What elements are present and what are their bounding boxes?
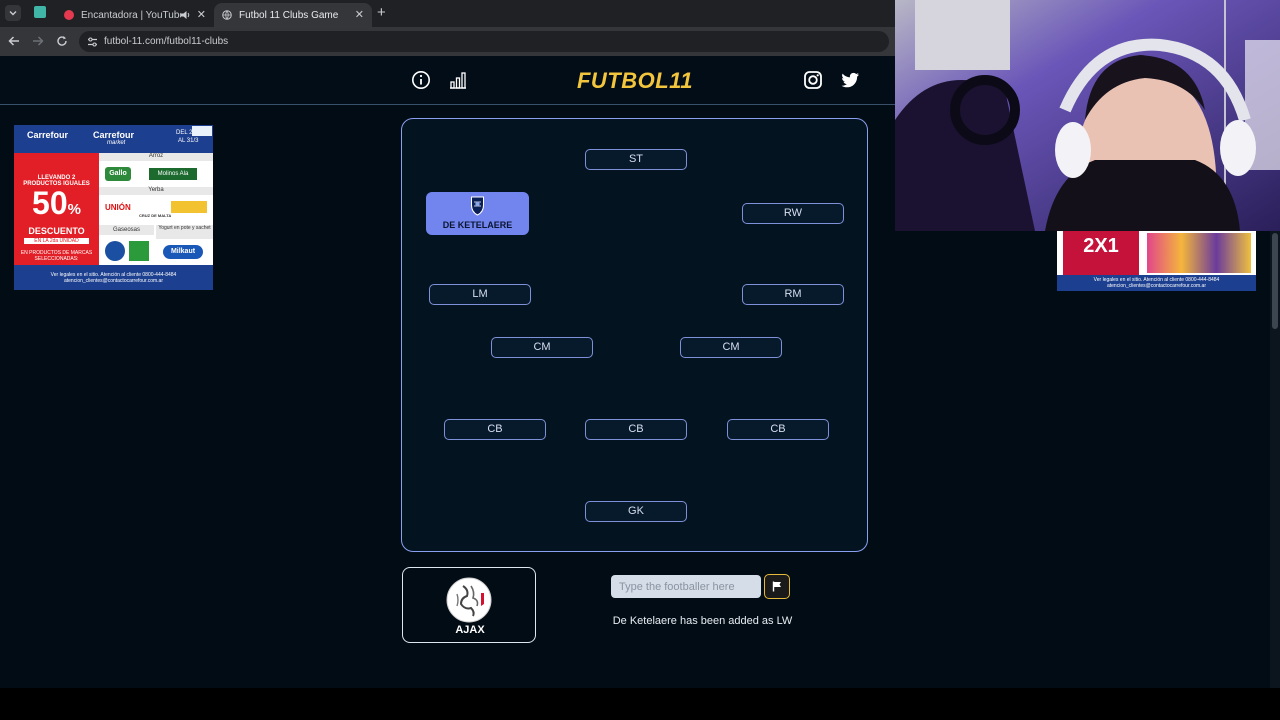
ad-pepsi-logo — [105, 241, 125, 261]
back-arrow-icon[interactable] — [6, 33, 22, 49]
slot-cb-left[interactable]: CB — [444, 419, 546, 440]
slot-rm[interactable]: RM — [742, 284, 844, 305]
ad-dates-a: DEL 2 — [176, 130, 193, 136]
slot-lm[interactable]: LM — [429, 284, 531, 305]
ad-right-legal: Ver legales en el sitio. Atención al cli… — [1057, 275, 1256, 291]
ad-cat-arroz: Arroz — [99, 153, 213, 161]
ad-promo-unit: EN LA 2da UNIDAD — [24, 238, 89, 244]
webcam-overlay — [895, 0, 1280, 231]
ad-right-products — [1147, 233, 1251, 273]
ad-right-promo: 2X1 — [1063, 231, 1139, 275]
slot-rw[interactable]: RW — [742, 203, 844, 224]
ad-cat-yerba: Yerba — [99, 187, 213, 195]
ad-promo-panel: LLEVANDO 2 PRODUCTOS IGUALES 50% DESCUEN… — [14, 153, 99, 265]
info-icon[interactable] — [411, 70, 431, 90]
footballer-search-input[interactable] — [611, 575, 761, 598]
ad-promo-desc: DESCUENTO — [28, 226, 85, 236]
ad-cat-gaseosas: Gaseosas — [99, 225, 154, 235]
ad-brand-molinos: Molinos Ala — [149, 168, 197, 180]
tab-title: Futbol 11 Clubs Game — [239, 9, 339, 21]
tab-futbol11[interactable]: Futbol 11 Clubs Game ✕ — [214, 3, 372, 27]
tab-youtube-music[interactable]: Encantadora | YouTube Mu ✕ — [56, 3, 214, 27]
ad-7up-logo — [129, 241, 149, 261]
pitch — [401, 118, 868, 552]
ad-brand-milkaut: Milkaut — [163, 245, 203, 259]
ad-legal-footer: Ver legales en el sitio. Atención al cli… — [14, 265, 213, 290]
site-header: FUTBOL11 — [0, 56, 895, 105]
url-text: futbol-11.com/futbol11-clubs — [104, 36, 229, 47]
slot-cb-center[interactable]: CB — [585, 419, 687, 440]
globe-icon — [222, 10, 232, 20]
site-info-icon[interactable] — [87, 37, 98, 47]
filled-player-name: DE KETELAERE — [442, 220, 513, 230]
ad-brand-yerba-3 — [171, 201, 207, 213]
club-card: AJAX — [402, 567, 536, 643]
ad-brand-b: Carrefour — [93, 130, 135, 140]
reload-icon[interactable] — [54, 33, 70, 49]
ad-brand-a: Carrefour — [27, 130, 69, 140]
youtube-music-icon — [64, 10, 74, 20]
url-field[interactable]: futbol-11.com/futbol11-clubs — [79, 31, 889, 52]
flag-icon — [772, 581, 781, 592]
ad-promo-foot: EN PRODUCTOS DE MARCAS SELECCIONADAS: — [20, 250, 93, 262]
scrollbar-thumb[interactable] — [1272, 233, 1278, 329]
ad-brand-gallo: Gallo — [105, 167, 131, 181]
slot-lw-filled[interactable]: DE KETELAERE — [426, 192, 529, 235]
slot-cb-right[interactable]: CB — [727, 419, 829, 440]
tab-search-button[interactable] — [5, 5, 21, 21]
ad-cat-yogurt: Yogurt en pote y sachet — [156, 225, 213, 239]
slot-st[interactable]: ST — [585, 149, 687, 170]
slot-gk[interactable]: GK — [585, 501, 687, 522]
page-scrollbar[interactable] — [1270, 231, 1280, 688]
slot-cm-left[interactable]: CM — [491, 337, 593, 358]
bottom-bar — [0, 688, 1280, 720]
browser-tab-bar: Encantadora | YouTube Mu ✕ Futbol 11 Clu… — [0, 0, 895, 27]
instagram-icon[interactable] — [803, 70, 823, 90]
speaker-icon[interactable] — [180, 10, 191, 20]
ajax-crest-icon — [446, 577, 492, 623]
ad-brand-cruz-de-malta: CRUZ DE MALTA — [139, 213, 172, 218]
twitter-icon[interactable] — [840, 70, 860, 90]
right-advertisement[interactable]: 2X1 Ver legales en el sitio. Atención al… — [1057, 231, 1256, 291]
webcam-feed — [895, 0, 1280, 231]
tab-title: Encantadora | YouTube Mu — [81, 9, 181, 21]
club-name: AJAX — [455, 624, 485, 636]
atalanta-crest-icon — [471, 196, 484, 216]
ad-promo-big: 50% — [32, 185, 81, 221]
ad-brand-union: UNIÓN — [105, 203, 131, 212]
site-logo[interactable]: FUTBOL11 — [570, 68, 700, 94]
status-message: De Ketelaere has been added as LW — [612, 615, 793, 627]
close-tab-icon[interactable]: ✕ — [355, 8, 364, 21]
ad-brand-header: Carrefour Carrefour market DEL 2 AL 31/3 — [14, 125, 213, 153]
ad-adchoices-icon[interactable] — [192, 126, 212, 136]
ad-brand-b-sub: market — [107, 140, 126, 146]
left-advertisement[interactable]: Carrefour Carrefour market DEL 2 AL 31/3… — [14, 125, 213, 290]
new-tab-button[interactable]: + — [377, 4, 386, 21]
stats-icon[interactable] — [448, 70, 468, 90]
forward-arrow-icon[interactable] — [30, 33, 46, 49]
give-up-button[interactable] — [764, 574, 790, 599]
close-tab-icon[interactable]: ✕ — [197, 8, 206, 21]
ad-dates-b: AL 31/3 — [178, 138, 199, 144]
slot-cm-right[interactable]: CM — [680, 337, 782, 358]
pinned-tab[interactable] — [34, 6, 46, 18]
address-bar: futbol-11.com/futbol11-clubs — [0, 27, 895, 56]
ad-products-panel: Arroz Gallo Molinos Ala Yerba UNIÓN CRUZ… — [99, 153, 213, 265]
chevron-down-icon — [9, 11, 17, 16]
